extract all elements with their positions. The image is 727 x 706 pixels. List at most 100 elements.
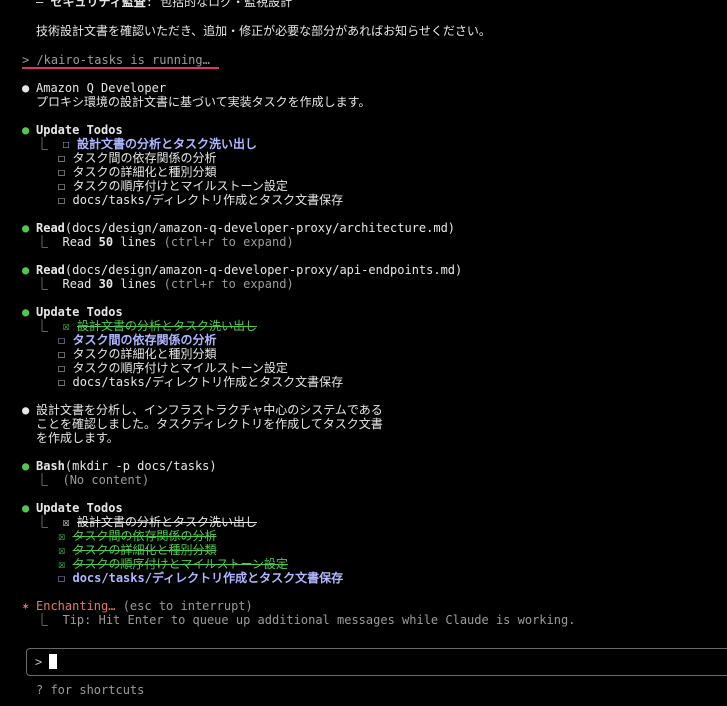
todo-text: docs/tasks/ディレクトリ作成とタスク文書保存: [72, 193, 344, 207]
tool-name: Read: [36, 221, 65, 235]
tool-name: Read: [36, 263, 65, 277]
todo-text: 設計文書の分析とタスク洗い出し: [76, 515, 257, 529]
tool-arg: (docs/design/amazon-q-developer-proxy/ap…: [64, 263, 463, 277]
todo-item: ☐ docs/tasks/ディレクトリ作成とタスク文書保存: [58, 571, 343, 585]
todos-title: Update Todos: [36, 305, 123, 319]
corner-icon: ⎿: [36, 137, 49, 151]
corner-icon: ⎿: [36, 319, 49, 333]
todos-title: Update Todos: [36, 123, 123, 137]
todo-item: ☐ タスク間の依存関係の分析: [58, 333, 216, 347]
corner-icon: ⎿: [36, 613, 49, 627]
read-tool-call-1: ● Read(docs/design/amazon-q-developer-pro…: [22, 221, 455, 235]
todo-text: 設計文書の分析とタスク洗い出し: [76, 319, 257, 333]
todo-item: ⎿ ☒ 設計文書の分析とタスク洗い出し: [36, 319, 257, 333]
security-text: : 包括的なログ・監視設計: [145, 0, 293, 9]
todo-item: ☐ docs/tasks/ディレクトリ作成とタスク文書保存: [58, 375, 343, 389]
todos-header-2: ● Update Todos: [22, 305, 123, 319]
todo-text: タスクの詳細化と種別分類: [72, 165, 217, 179]
todos-title: Update Todos: [36, 501, 123, 515]
read-result-1: ⎿ Read 50 lines (ctrl+r to expand): [36, 235, 294, 249]
tool-arg: (docs/design/amazon-q-developer-proxy/ar…: [64, 221, 456, 235]
todo-text: 設計文書の分析とタスク洗い出し: [76, 137, 257, 151]
todo-item: ☒ タスクの順序付けとマイルストーン設定: [58, 557, 288, 571]
corner-icon: ⎿: [36, 473, 49, 487]
tool-name: Bash: [36, 459, 65, 473]
tool-arg: (mkdir -p docs/tasks): [64, 459, 217, 473]
checkbox-icon: ☐: [62, 137, 70, 151]
line-count: 50: [98, 235, 114, 249]
todo-item: ☐ タスクの順序付けとマイルストーン設定: [58, 179, 288, 193]
dash: –: [36, 0, 51, 9]
bash-output: (No content): [62, 473, 150, 487]
todo-text: タスクの詳細化と種別分類: [72, 347, 217, 361]
corner-icon: ⎿: [36, 235, 49, 249]
security-label: セキュリティ監査: [50, 0, 146, 9]
todo-item: ☐ docs/tasks/ディレクトリ作成とタスク文書保存: [58, 193, 343, 207]
terminal-window: – セキュリティ監査: 包括的なログ・監視設計 技術設計文書を確認いただき、追加…: [0, 0, 727, 706]
todo-text: タスクの順序付けとマイルストーン設定: [72, 361, 288, 375]
result-suffix: lines: [113, 235, 157, 249]
message-text: 設計文書を分析し、インフラストラクチャ中心のシステムである: [36, 403, 383, 417]
shortcuts-hint: ? for shortcuts: [36, 683, 145, 697]
todos-header-3: ● Update Todos: [22, 501, 123, 515]
bullet-icon: ●: [22, 305, 30, 319]
tip-line: ⎿ Tip: Hit Enter to queue up additional …: [36, 613, 575, 627]
bullet-icon: ●: [22, 81, 30, 95]
bullet-icon: ●: [22, 221, 30, 235]
result-suffix: lines: [113, 277, 157, 291]
todo-item: ⎿ ☐ 設計文書の分析とタスク洗い出し: [36, 137, 257, 151]
security-audit-line: – セキュリティ監査: 包括的なログ・監視設計: [36, 0, 292, 9]
todo-item: ☐ タスク間の依存関係の分析: [58, 151, 216, 165]
read-result-2: ⎿ Read 30 lines (ctrl+r to expand): [36, 277, 294, 291]
bash-result: ⎿ (No content): [36, 473, 149, 487]
todo-text: タスク間の依存関係の分析: [72, 529, 217, 543]
todo-text: タスクの詳細化と種別分類: [72, 543, 217, 557]
spinner-star-icon: ✶: [22, 599, 30, 613]
bash-tool-call: ● Bash(mkdir -p docs/tasks): [22, 459, 217, 473]
todos-header-1: ● Update Todos: [22, 123, 123, 137]
prompt-char: >: [35, 655, 43, 669]
assistant-message-line: ● 設計文書を分析し、インフラストラクチャ中心のシステムである: [22, 403, 383, 417]
todo-text: docs/tasks/ディレクトリ作成とタスク文書保存: [72, 375, 344, 389]
todo-item: ☒ タスクの詳細化と種別分類: [58, 543, 216, 557]
todo-item: ⎿ ☒ 設計文書の分析とタスク洗い出し: [36, 515, 257, 529]
status-word: Enchanting…: [36, 599, 116, 613]
todo-text: タスク間の依存関係の分析: [72, 333, 217, 347]
bullet-icon: ●: [22, 263, 30, 277]
assistant-message-line: ことを確認しました。タスクディレクトリを作成してタスク文書: [36, 417, 383, 431]
expand-hint: (ctrl+r to expand): [156, 277, 294, 291]
prompt-input[interactable]: >: [26, 648, 727, 676]
read-tool-call-2: ● Read(docs/design/amazon-q-developer-pro…: [22, 263, 462, 277]
todo-item: ☐ タスクの詳細化と種別分類: [58, 347, 216, 361]
assistant-message-line: を作成します。: [36, 431, 119, 445]
corner-icon: ⎿: [36, 515, 49, 529]
todo-text: タスクの順序付けとマイルストーン設定: [72, 179, 288, 193]
expand-hint: (ctrl+r to expand): [156, 235, 294, 249]
bullet-icon: ●: [22, 501, 30, 515]
confirm-message: 技術設計文書を確認いただき、追加・修正が必要な部分があればお知らせください。: [36, 24, 491, 38]
todo-text: docs/tasks/ディレクトリ作成とタスク文書保存: [72, 571, 344, 585]
todo-item: ☐ タスクの詳細化と種別分類: [58, 165, 216, 179]
text-cursor: [49, 654, 57, 669]
result-prefix: Read: [62, 235, 99, 249]
interrupt-hint: (esc to interrupt): [115, 599, 253, 613]
agent-header: ● Amazon Q Developer: [22, 81, 166, 95]
command-running: > /kairo-tasks is running…: [22, 53, 210, 67]
todo-item: ☐ タスクの順序付けとマイルストーン設定: [58, 361, 288, 375]
result-prefix: Read: [62, 277, 99, 291]
line-count: 30: [98, 277, 114, 291]
bullet-icon: ●: [22, 123, 30, 137]
todo-text: タスク間の依存関係の分析: [72, 151, 217, 165]
status-line: ✶ Enchanting… (esc to interrupt): [22, 599, 253, 613]
agent-description: プロキシ環境の設計文書に基づいて実装タスクを作成します。: [36, 95, 371, 109]
checkbox-checked-icon: ☒: [62, 515, 70, 529]
bullet-icon: ●: [22, 459, 30, 473]
todo-text: タスクの順序付けとマイルストーン設定: [72, 557, 288, 571]
command-underline: [22, 67, 219, 69]
todo-item: ☒ タスク間の依存関係の分析: [58, 529, 216, 543]
tip-text: Tip: Hit Enter to queue up additional me…: [62, 613, 576, 627]
agent-name: Amazon Q Developer: [36, 81, 167, 95]
checkbox-checked-icon: ☒: [62, 319, 70, 333]
corner-icon: ⎿: [36, 277, 49, 291]
bullet-icon: ●: [22, 403, 30, 417]
